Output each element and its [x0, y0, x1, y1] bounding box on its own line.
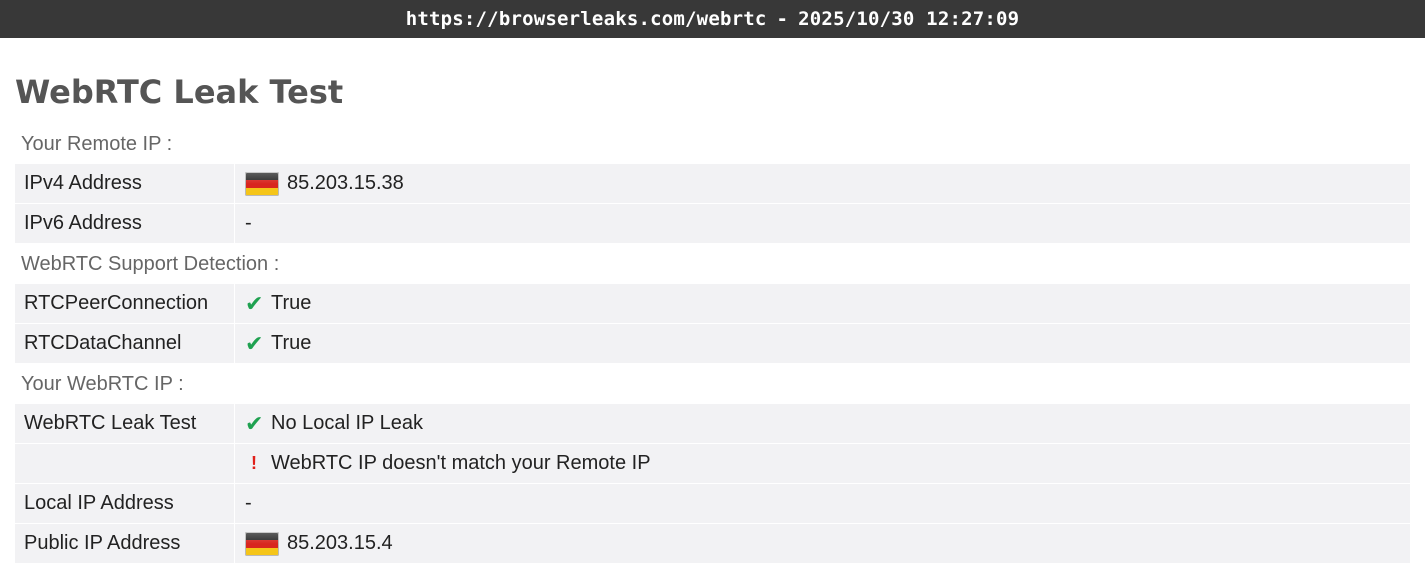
peer-connection-value: True: [271, 292, 312, 314]
row-key: IPv4 Address: [15, 164, 235, 203]
germany-flag-icon: [245, 171, 279, 196]
row-public-ip-address: Public IP Address 85.203.15.4: [15, 524, 1410, 564]
row-value: 85.203.15.38: [235, 164, 1410, 203]
ipv6-value: -: [245, 212, 252, 234]
warning-icon: !: [251, 453, 257, 473]
header-separator: -: [776, 8, 789, 30]
data-channel-value: True: [271, 332, 312, 354]
section-label-remote-ip: Your Remote IP :: [21, 133, 173, 155]
row-ipv4-address: IPv4 Address 85.203.15.38: [15, 164, 1410, 204]
row-key: Public IP Address: [15, 524, 235, 563]
section-label-support: WebRTC Support Detection :: [21, 253, 280, 275]
url-timestamp-bar: https://browserleaks.com/webrtc -2025/10/…: [0, 0, 1425, 38]
row-key: WebRTC Leak Test: [15, 404, 235, 443]
row-rtc-peer-connection: RTCPeerConnection ✔ True: [15, 284, 1410, 324]
check-icon: ✔: [245, 291, 264, 316]
row-value: ! WebRTC IP doesn't match your Remote IP: [235, 444, 1410, 483]
row-value: ✔ True: [235, 284, 1410, 323]
row-value: -: [235, 484, 1410, 523]
leak-test-warning: WebRTC IP doesn't match your Remote IP: [271, 452, 651, 474]
row-value: ✔ No Local IP Leak: [235, 404, 1410, 443]
row-rtc-data-channel: RTCDataChannel ✔ True: [15, 324, 1410, 364]
check-icon: ✔: [245, 411, 264, 436]
row-key: Local IP Address: [15, 484, 235, 523]
capture-timestamp: 2025/10/30 12:27:09: [798, 8, 1020, 30]
local-ip-value: -: [245, 492, 252, 514]
section-label-webrtc-ip: Your WebRTC IP :: [21, 373, 184, 395]
leak-test-result: No Local IP Leak: [271, 412, 423, 434]
row-key-empty: [15, 444, 235, 483]
germany-flag-icon: [245, 531, 279, 556]
row-webrtc-leak-test: WebRTC Leak Test ✔ No Local IP Leak: [15, 404, 1410, 444]
page-url: https://browserleaks.com/webrtc: [405, 8, 767, 30]
row-key: RTCDataChannel: [15, 324, 235, 363]
row-key: RTCPeerConnection: [15, 284, 235, 323]
row-value: 85.203.15.4: [235, 524, 1410, 563]
public-ip-value: 85.203.15.4: [287, 532, 393, 554]
row-value: ✔ True: [235, 324, 1410, 363]
page-title: WebRTC Leak Test: [15, 73, 344, 111]
row-local-ip-address: Local IP Address -: [15, 484, 1410, 524]
row-ipv6-address: IPv6 Address -: [15, 204, 1410, 244]
row-key: IPv6 Address: [15, 204, 235, 243]
row-webrtc-leak-test-warning: ! WebRTC IP doesn't match your Remote IP: [15, 444, 1410, 484]
webrtc-results-table: Your Remote IP : IPv4 Address 85.203.15.…: [15, 124, 1410, 564]
row-value: -: [235, 204, 1410, 243]
check-icon: ✔: [245, 331, 264, 356]
ipv4-value: 85.203.15.38: [287, 172, 404, 194]
